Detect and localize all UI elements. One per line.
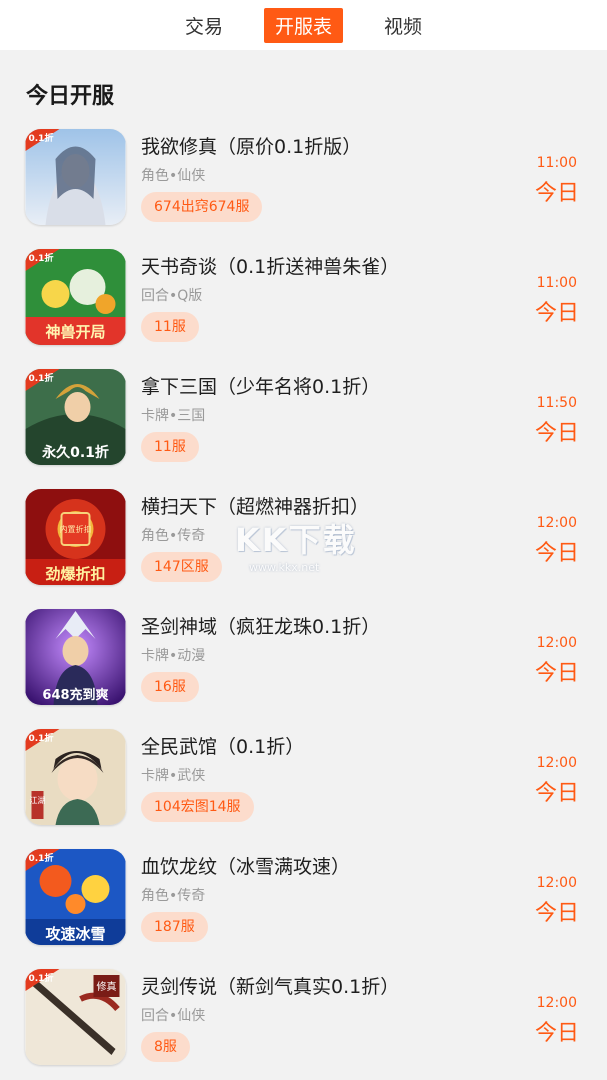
icon-badge-text: 0.1折 xyxy=(29,252,54,264)
server-badge: 147区服 xyxy=(141,552,222,582)
tab-video[interactable]: 视频 xyxy=(373,8,433,43)
server-badge: 187服 xyxy=(141,912,208,942)
game-row[interactable]: 0.1折 我欲修真（原价0.1折版） 角色•仙侠 674出窍674服 11:00… xyxy=(0,120,607,240)
game-row[interactable]: 0.1折 神兽开局 天书奇谈（0.1折送神兽朱雀） 回合•Q版 11服 11:0… xyxy=(0,240,607,360)
server-badge: 674出窍674服 xyxy=(141,192,263,222)
open-time: 12:00 xyxy=(536,875,577,891)
icon-caption-text: 江湖 xyxy=(30,796,46,805)
icon-badge-text: 0.1折 xyxy=(29,732,54,744)
open-time: 12:00 xyxy=(536,995,577,1011)
game-genre: 卡牌•三国 xyxy=(141,408,206,424)
server-badge: 104宏图14服 xyxy=(141,792,254,822)
game-row[interactable]: 0.1折 江湖 全民武馆（0.1折） 卡牌•武侠 104宏图14服 12:00 … xyxy=(0,720,607,840)
game-genre: 卡牌•动漫 xyxy=(141,648,206,664)
icon-caption-text: 永久0.1折 xyxy=(41,444,109,461)
tab-trade[interactable]: 交易 xyxy=(174,8,234,43)
icon-caption-text: 劲爆折扣 xyxy=(45,565,105,583)
icon-badge-text: 0.1折 xyxy=(29,852,54,864)
game-title: 圣剑神域（疯狂龙珠0.1折） xyxy=(141,616,381,638)
game-title: 全民武馆（0.1折） xyxy=(141,736,305,758)
game-row[interactable]: 0.1折 攻速冰雪 血饮龙纹（冰雪满攻速） 角色•传奇 187服 12:00 今… xyxy=(0,840,607,960)
sanguo-game-icon[interactable]: 0.1折 永久0.1折 xyxy=(25,369,126,465)
xueyin-game-icon[interactable]: 0.1折 攻速冰雪 xyxy=(25,849,126,945)
icon-caption-text: 攻速冰雪 xyxy=(45,925,105,943)
game-row[interactable]: 内置折扣 劲爆折扣 横扫天下（超燃神器折扣） 角色•传奇 147区服 12:00… xyxy=(0,480,607,600)
shengjian-game-icon[interactable]: 648充到爽 xyxy=(25,609,126,705)
open-day: 今日 xyxy=(534,301,579,326)
open-time: 12:00 xyxy=(536,515,577,531)
game-row[interactable]: 0.1折 永久0.1折 拿下三国（少年名将0.1折） 卡牌•三国 11服 11:… xyxy=(0,360,607,480)
game-title: 拿下三国（少年名将0.1折） xyxy=(141,376,381,398)
server-badge: 16服 xyxy=(141,672,199,702)
game-title: 天书奇谈（0.1折送神兽朱雀） xyxy=(141,256,400,278)
open-day: 今日 xyxy=(534,661,579,686)
game-genre: 角色•仙侠 xyxy=(141,168,206,184)
open-day: 今日 xyxy=(534,541,579,566)
open-time: 12:00 xyxy=(536,755,577,771)
icon-caption-text: 648充到爽 xyxy=(42,687,108,703)
server-badge: 11服 xyxy=(141,432,199,462)
game-title: 我欲修真（原价0.1折版） xyxy=(141,136,362,158)
game-genre: 回合•仙侠 xyxy=(141,1008,206,1024)
game-title: 血饮龙纹（冰雪满攻速） xyxy=(141,856,351,878)
game-row[interactable]: 648充到爽 圣剑神域（疯狂龙珠0.1折） 卡牌•动漫 16服 12:00 今日 xyxy=(0,600,607,720)
open-time: 12:00 xyxy=(536,635,577,651)
icon-badge-text: 0.1折 xyxy=(29,972,54,984)
open-time: 11:00 xyxy=(536,155,577,171)
open-day: 今日 xyxy=(534,781,579,806)
icon-badge-text: 内置折扣 xyxy=(60,524,92,534)
game-title: 灵剑传说（新剑气真实0.1折） xyxy=(141,976,400,998)
game-genre: 卡牌•武侠 xyxy=(141,768,206,784)
icon-badge-text: 0.1折 xyxy=(29,372,54,384)
game-server-list: 0.1折 我欲修真（原价0.1折版） 角色•仙侠 674出窍674服 11:00… xyxy=(0,120,607,1080)
icon-caption-text: 神兽开局 xyxy=(45,323,105,341)
open-day: 今日 xyxy=(534,901,579,926)
open-day: 今日 xyxy=(534,421,579,446)
icon-badge-text: 0.1折 xyxy=(29,132,54,144)
tab-server-schedule[interactable]: 开服表 xyxy=(263,7,343,43)
open-day: 今日 xyxy=(534,181,579,206)
hengsao-game-icon[interactable]: 内置折扣 劲爆折扣 xyxy=(25,489,126,585)
game-genre: 角色•传奇 xyxy=(141,888,206,904)
game-genre: 角色•传奇 xyxy=(141,528,206,544)
tianshu-game-icon[interactable]: 0.1折 神兽开局 xyxy=(25,249,126,345)
open-time: 11:00 xyxy=(536,275,577,291)
server-badge: 11服 xyxy=(141,312,199,342)
game-genre: 回合•Q版 xyxy=(141,288,203,304)
icon-caption-text: 修真 xyxy=(97,980,117,993)
open-time: 11:50 xyxy=(536,395,577,411)
lingjian-game-icon[interactable]: 0.1折 修真 xyxy=(25,969,126,1065)
game-title: 横扫天下（超燃神器折扣） xyxy=(141,496,370,518)
top-tab-bar: 交易 开服表 视频 xyxy=(0,0,607,50)
xiuzhen-game-icon[interactable]: 0.1折 xyxy=(25,129,126,225)
server-badge: 8服 xyxy=(141,1032,190,1062)
wuguan-game-icon[interactable]: 0.1折 江湖 xyxy=(25,729,126,825)
open-day: 今日 xyxy=(534,1021,579,1046)
section-title: 今日开服 xyxy=(26,84,115,109)
game-row[interactable]: 0.1折 修真 灵剑传说（新剑气真实0.1折） 回合•仙侠 8服 12:00 今… xyxy=(0,960,607,1080)
